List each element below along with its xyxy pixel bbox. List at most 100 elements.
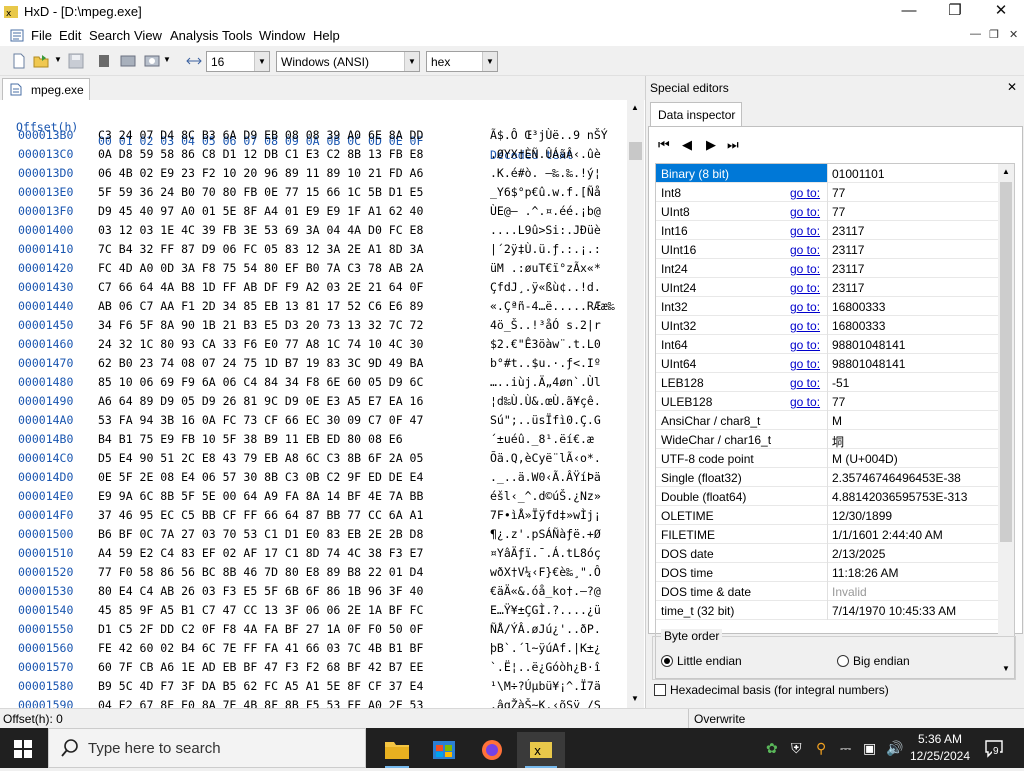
inspector-value[interactable]: 77 [827, 183, 998, 202]
row-decoded-text[interactable]: .K.é#ò. –‰.‰.!ý¦ [490, 166, 601, 180]
ram-dropdown-icon[interactable]: ▼ [163, 55, 171, 64]
maximize-button[interactable]: ❐ [932, 0, 978, 24]
goto-link[interactable]: go to: [790, 186, 820, 200]
row-bytes[interactable]: 34 F6 5F 8A 90 1B 21 B3 E5 D3 20 73 13 3… [98, 318, 423, 332]
row-decoded-text[interactable]: ÇfdJ¸.ÿ«ßù¢..!d. [490, 280, 601, 294]
tab-mpeg-exe[interactable]: mpeg.exe [2, 78, 90, 100]
row-bytes[interactable]: E9 9A 6C 8B 5F 5E 00 64 A9 FA 8A 14 BF 4… [98, 489, 423, 503]
inspector-value[interactable]: 77 [827, 202, 998, 221]
menu-file[interactable]: File [31, 28, 52, 43]
firefox-icon[interactable] [468, 732, 516, 768]
row-bytes[interactable]: 0E 5F 2E 08 E4 06 57 30 8B C3 0B C2 9F E… [98, 470, 423, 484]
row-decoded-text[interactable]: .âgŽàŠ~K.‹õSÿ /S [490, 698, 601, 708]
hex-basis-checkbox[interactable] [654, 684, 666, 696]
row-decoded-text[interactable]: þB`.´l~ÿúAf.|K±¿ [490, 641, 601, 655]
row-bytes[interactable]: AB 06 C7 AA F1 2D 34 85 EB 13 81 17 52 C… [98, 299, 423, 313]
volume-icon[interactable]: 🔊 [886, 740, 903, 757]
row-decoded-text[interactable]: «.Çªñ-4…ë.....RÆæ‰ [490, 299, 615, 313]
last-icon[interactable]: ⏭ [727, 137, 739, 153]
menu-analysis[interactable]: Analysis [170, 28, 218, 43]
inspector-value[interactable]: -51 [827, 373, 998, 392]
row-bytes[interactable]: 5F 59 36 24 B0 70 80 FB 0E 77 15 66 1C 5… [98, 185, 423, 199]
inspector-row[interactable]: UTF-8 code point M (U+004D) [656, 449, 998, 468]
search-tray-icon[interactable]: ⚲ [816, 740, 826, 757]
hex-editor-pane[interactable]: Offset(h) 00 01 02 03 04 05 06 07 08 09 … [0, 100, 645, 708]
row-decoded-text[interactable]: éšl‹_^.d©úŠ.¿Nz» [490, 489, 601, 503]
row-decoded-text[interactable]: …..iùj.Ä„4øn`.Ùl [490, 375, 601, 389]
close-file-icon[interactable] [96, 53, 112, 69]
inspector-value[interactable]: 16800333 [827, 297, 998, 316]
inspector-row[interactable]: Int32 go to: 16800333 [656, 297, 998, 316]
inspector-value[interactable]: 23117 [827, 221, 998, 240]
charset-select[interactable]: Windows (ANSI) ▼ [276, 51, 420, 72]
inspector-row[interactable]: OLETIME 12/30/1899 [656, 506, 998, 525]
open-dropdown-icon[interactable]: ▼ [54, 55, 62, 64]
inspector-row[interactable]: DOS time & date Invalid [656, 582, 998, 601]
network-share-icon[interactable]: ✿ [766, 740, 778, 757]
row-decoded-text[interactable]: $2.€"Ê3öàw¨.t.L0 [490, 337, 601, 351]
inspector-row[interactable]: UInt8 go to: 77 [656, 202, 998, 221]
inspector-row[interactable]: WideChar / char16_t 垌 [656, 430, 998, 449]
row-decoded-text[interactable]: Ã$.Ô Œ³jÙë..9 nŠÝ [490, 128, 608, 142]
inspector-value[interactable]: 23117 [827, 259, 998, 278]
row-bytes[interactable]: FC 4D A0 0D 3A F8 75 54 80 EF B0 7A C3 7… [98, 261, 423, 275]
row-bytes[interactable]: A6 64 89 D9 05 D9 26 81 9C D9 0E E3 A5 E… [98, 394, 423, 408]
goto-link[interactable]: go to: [790, 319, 820, 333]
row-bytes[interactable]: 85 10 06 69 F9 6A 06 C4 84 34 F8 6E 60 0… [98, 375, 423, 389]
row-decoded-text[interactable]: ÑÅ/ÝÂ.øJú¿'..ðP. [490, 622, 601, 636]
row-decoded-text[interactable]: b°#t..$u.·.ƒ<.Iº [490, 356, 601, 370]
row-bytes[interactable]: 06 4B 02 E9 23 F2 10 20 96 89 11 89 10 2… [98, 166, 423, 180]
inspector-row[interactable]: UInt24 go to: 23117 [656, 278, 998, 297]
hex-vertical-scrollbar[interactable]: ▲ ▼ [627, 100, 644, 708]
windows-start-icon[interactable] [14, 740, 32, 758]
inspector-value[interactable]: 11:18:26 AM [827, 563, 998, 582]
inspector-value[interactable]: 23117 [827, 278, 998, 297]
previous-icon[interactable]: ◀ [682, 137, 692, 153]
inspector-value[interactable]: 垌 [827, 430, 998, 449]
microsoft-store-icon[interactable] [420, 732, 468, 768]
scroll-up-icon[interactable]: ▲ [1002, 167, 1010, 176]
row-decoded-text[interactable]: Sú";..üsÏfì0.Ç.G [490, 413, 601, 427]
inspector-value[interactable]: 16800333 [827, 316, 998, 335]
goto-link[interactable]: go to: [790, 281, 820, 295]
row-decoded-text[interactable]: 4ö_Š..!³åÓ s.2|r [490, 318, 601, 332]
close-panel-icon[interactable]: ✕ [1007, 80, 1017, 94]
inspector-value[interactable]: 77 [827, 392, 998, 411]
row-bytes[interactable]: 04 E2 67 8E E0 8A 7E 4B 8F 8B F5 53 FF A… [98, 698, 423, 708]
inspector-row[interactable]: UInt16 go to: 23117 [656, 240, 998, 259]
close-button[interactable]: ✕ [978, 0, 1024, 24]
menu-help[interactable]: Help [313, 28, 340, 43]
row-bytes[interactable]: C3 24 07 D4 8C B3 6A D9 EB 08 08 39 A0 6… [98, 128, 423, 142]
inspector-row[interactable]: Double (float64) 4.88142036595753E-313 [656, 487, 998, 506]
row-decoded-text[interactable]: `.Ë¦..ë¿Góòh¿B·î [490, 660, 601, 674]
inspector-value[interactable]: 4.88142036595753E-313 [827, 487, 998, 506]
inspector-row[interactable]: AnsiChar / char8_t M [656, 411, 998, 430]
inspector-row[interactable]: UInt64 go to: 98801048141 [656, 354, 998, 373]
inspector-row[interactable]: UInt32 go to: 16800333 [656, 316, 998, 335]
menu-view[interactable]: View [134, 28, 162, 43]
row-bytes[interactable]: 03 12 03 1E 4C 39 FB 3E 53 69 3A 04 4A D… [98, 223, 423, 237]
row-decoded-text[interactable]: ._..ä.W0‹Ã.ÂŸíÞä [490, 470, 601, 484]
inspector-value[interactable]: Invalid [827, 582, 998, 601]
mdi-minimize-button[interactable]: — [970, 28, 981, 40]
file-explorer-icon[interactable] [373, 732, 421, 768]
row-bytes[interactable]: 7C B4 32 FF 87 D9 06 FC 05 83 12 3A 2E A… [98, 242, 423, 256]
scroll-thumb[interactable] [1000, 182, 1012, 542]
row-decoded-text[interactable]: ¶¿.z'.pSÁÑàƒë.+Ø [490, 527, 601, 541]
inspector-row[interactable]: DOS time 11:18:26 AM [656, 563, 998, 582]
usb-device-icon[interactable]: ⎓ [840, 740, 851, 757]
row-bytes[interactable]: A4 59 E2 C4 83 EF 02 AF 17 C1 8D 74 4C 3… [98, 546, 423, 560]
row-bytes[interactable]: 24 32 1C 80 93 CA 33 F6 E0 77 A8 1C 74 1… [98, 337, 423, 351]
inspector-row[interactable]: Int8 go to: 77 [656, 183, 998, 202]
inspector-value[interactable]: 2.35746746496453E-38 [827, 468, 998, 487]
big-endian-label[interactable]: Big endian [853, 654, 910, 668]
hex-basis-label[interactable]: Hexadecimal basis (for integral numbers) [670, 683, 889, 697]
inspector-row[interactable]: DOS date 2/13/2025 [656, 544, 998, 563]
row-bytes[interactable]: 60 7F CB A6 1E AD EB BF 47 F3 F2 68 BF 4… [98, 660, 423, 674]
inspector-value[interactable]: 7/14/1970 10:45:33 AM [827, 601, 998, 620]
ram-editor-icon[interactable] [144, 53, 160, 69]
security-shield-icon[interactable]: ⛨ [791, 740, 802, 757]
row-bytes[interactable]: 0A D8 59 58 86 C8 D1 12 DB C1 E3 C2 8B 1… [98, 147, 423, 161]
row-bytes[interactable]: B4 B1 75 E9 FB 10 5F 38 B9 11 EB ED 80 0… [98, 432, 403, 446]
inspector-value[interactable]: 1/1/1601 2:44:40 AM [827, 525, 998, 544]
